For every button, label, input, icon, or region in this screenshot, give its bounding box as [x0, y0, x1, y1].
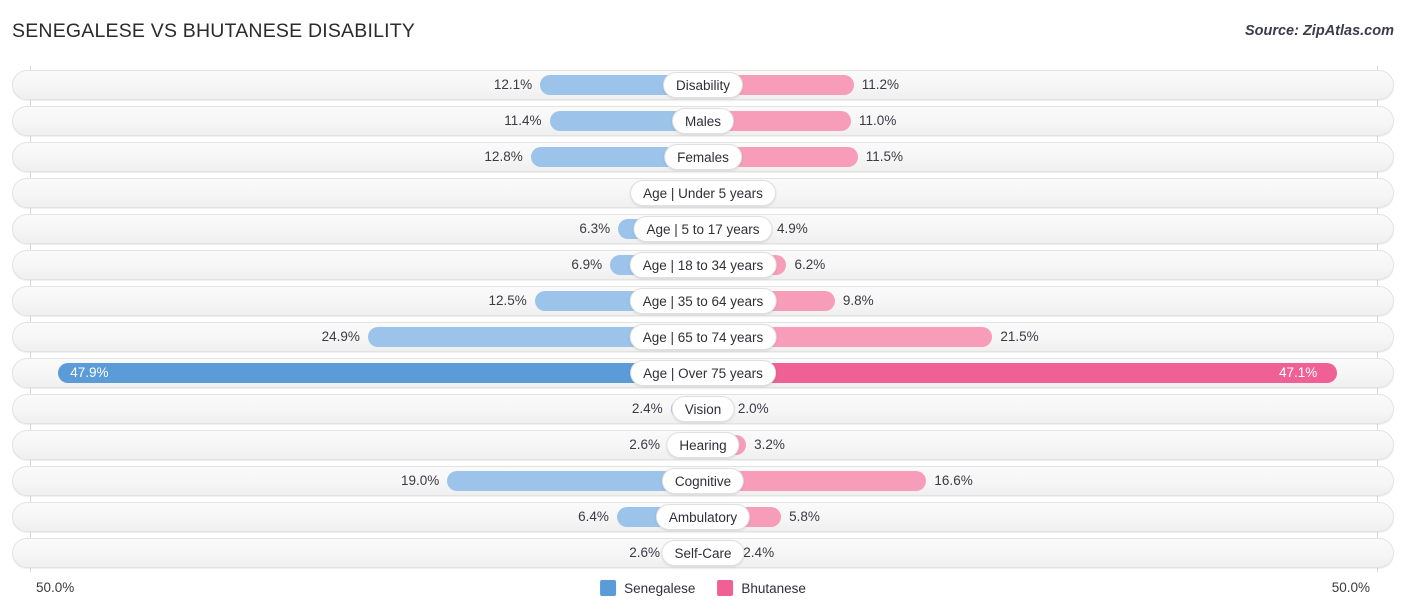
bar-row: 2.6% 2.4% Self-Care — [12, 538, 1394, 568]
category-label-pill[interactable]: Males — [671, 108, 735, 134]
chart-footer: 50.0% 50.0% Senegalese Bhutanese — [0, 572, 1406, 612]
legend-swatch-icon — [600, 580, 617, 596]
chart-header: SENEGALESE VS BHUTANESE DISABILITY Sourc… — [0, 0, 1406, 60]
bar-row: 6.9% 6.2% Age | 18 to 34 years — [12, 250, 1394, 280]
bar-value-right: 3.2% — [754, 437, 785, 452]
legend-item[interactable]: Senegalese — [600, 580, 695, 596]
bar-row: 19.0% 16.6% Cognitive — [12, 466, 1394, 496]
bar-value-right: 11.2% — [861, 77, 900, 92]
bar-value-right: 2.4% — [743, 545, 775, 560]
bar-value-left: 2.6% — [629, 437, 660, 452]
page-title: SENEGALESE VS BHUTANESE DISABILITY — [12, 20, 416, 42]
bar-row: 47.9% 47.1% Age | Over 75 years — [12, 358, 1394, 388]
bar-row: 2.4% 2.0% Vision — [12, 394, 1394, 424]
legend-swatch-icon — [717, 580, 734, 596]
chart-legend: Senegalese Bhutanese — [600, 580, 806, 596]
bar-left-senegalese[interactable] — [58, 363, 703, 383]
bar-value-left: 12.8% — [484, 149, 523, 164]
bar-value-left: 6.9% — [571, 257, 603, 272]
bar-value-right: 2.0% — [737, 401, 769, 416]
bar-row: 6.4% 5.8% Ambulatory — [12, 502, 1394, 532]
category-label-pill[interactable]: Age | 65 to 74 years — [629, 324, 777, 350]
bar-value-left: 24.9% — [321, 329, 360, 344]
bar-row: 12.1% 11.2% Disability — [12, 70, 1394, 100]
bar-row: 2.6% 3.2% Hearing — [12, 430, 1394, 460]
legend-label: Bhutanese — [741, 580, 806, 596]
bar-value-right: 11.0% — [859, 113, 897, 128]
bar-row: 24.9% 21.5% Age | 65 to 74 years — [12, 322, 1394, 352]
category-label-pill[interactable]: Self-Care — [661, 540, 745, 566]
bar-value-right: 47.1% — [1278, 365, 1318, 380]
bar-row: 1.2%1.2%Age | Under 5 years — [12, 178, 1394, 208]
source-attribution: Source: ZipAtlas.com — [1244, 23, 1394, 39]
bar-value-left: 19.0% — [400, 473, 440, 488]
bar-value-left: 2.6% — [629, 545, 660, 560]
bar-value-left: 6.4% — [578, 509, 609, 524]
bar-row: 6.3% 4.9% Age | 5 to 17 years — [12, 214, 1394, 244]
bar-right-bhutanese[interactable] — [703, 363, 1337, 383]
bar-value-right: 4.9% — [776, 221, 808, 236]
category-label-pill[interactable]: Ambulatory — [655, 504, 751, 530]
bar-value-right: 21.5% — [1000, 329, 1039, 344]
bar-value-right: 5.8% — [789, 509, 820, 524]
bar-value-left: 47.9% — [70, 365, 109, 380]
bar-row: 12.5% 9.8% Age | 35 to 64 years — [12, 286, 1394, 316]
category-label-pill[interactable]: Age | 18 to 34 years — [629, 252, 777, 278]
bar-value-right: 16.6% — [934, 473, 973, 488]
axis-label-right: 50.0% — [1331, 580, 1370, 595]
category-label-pill[interactable]: Age | Over 75 years — [630, 360, 776, 386]
bar-value-left: 11.4% — [504, 113, 542, 128]
bar-value-left: 6.3% — [579, 221, 611, 236]
bar-value-right: 9.8% — [842, 293, 874, 308]
legend-label: Senegalese — [624, 580, 696, 596]
category-label-pill[interactable]: Vision — [671, 396, 735, 422]
bar-value-left: 12.5% — [488, 293, 527, 308]
bar-row: 11.4% 11.0% Males — [12, 106, 1394, 136]
axis-label-left: 50.0% — [36, 580, 75, 595]
bar-value-left: 1.2% — [12, 184, 679, 202]
chart-page: SENEGALESE VS BHUTANESE DISABILITY Sourc… — [0, 0, 1406, 612]
plot-area: 12.1% 11.2% Disability 11.4% 11.0% Males 12.8%… — [0, 66, 1406, 572]
category-label-pill[interactable]: Age | 5 to 17 years — [633, 216, 773, 242]
category-label-pill[interactable]: Females — [664, 144, 742, 170]
bar-value-left: 12.1% — [493, 77, 533, 92]
category-label-pill[interactable]: Age | Under 5 years — [630, 180, 776, 206]
bar-value-right: 6.2% — [794, 257, 826, 272]
category-label-pill[interactable]: Disability — [662, 72, 744, 98]
category-label-pill[interactable]: Hearing — [666, 432, 740, 458]
legend-item[interactable]: Bhutanese — [717, 580, 806, 596]
bar-value-right: 11.5% — [865, 149, 904, 164]
category-label-pill[interactable]: Age | 35 to 64 years — [629, 288, 777, 314]
bar-value-left: 2.4% — [631, 401, 663, 416]
bar-row: 12.8% 11.5% Females — [12, 142, 1394, 172]
category-label-pill[interactable]: Cognitive — [661, 468, 745, 494]
